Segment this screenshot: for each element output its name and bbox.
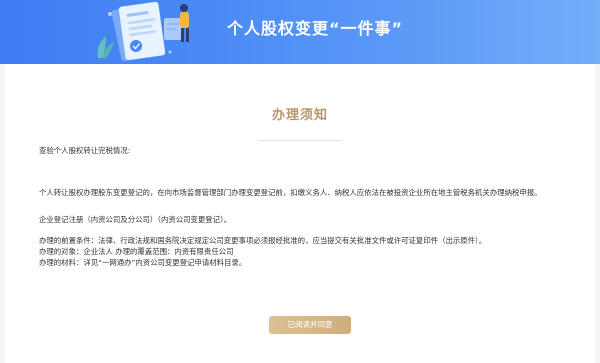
title-divider: [258, 140, 342, 141]
notice-line-materials: 办理的材料：详见“一网通办”内资公司变更登记申请材料目录。: [39, 258, 247, 267]
header-banner: 个人股权变更“一件事”: [0, 0, 600, 64]
page-title: 个人股权变更“一件事”: [226, 19, 404, 38]
notice-line-tax-check: 查验个人股权转让完税情况:: [39, 146, 131, 155]
agree-button[interactable]: 已阅读并同意: [269, 316, 351, 334]
notice-line-precondition: 办理的前置条件：法律、行政法规和国务院决定规定公司变更事项必须报经批准的，应当提…: [39, 236, 487, 245]
document-illustration-icon: [97, 1, 189, 62]
notice-line-target: 办理的对象：企业法人 办理的覆盖范围：内资有限责任公司: [39, 247, 234, 256]
notice-card: 办理须知 查验个人股权转让完税情况: 个人转让股权办理股东变更登记的，在向市场监…: [5, 64, 595, 363]
notice-line-tax-filing: 个人转让股权办理股东变更登记的，在向市场监督管理部门办理变更登记前，扣缴义务人、…: [39, 188, 542, 197]
notice-title: 办理须知: [271, 108, 328, 123]
notice-line-registration: 企业登记注册（内资公司及分公司）（内资公司变更登记）。: [39, 215, 232, 224]
